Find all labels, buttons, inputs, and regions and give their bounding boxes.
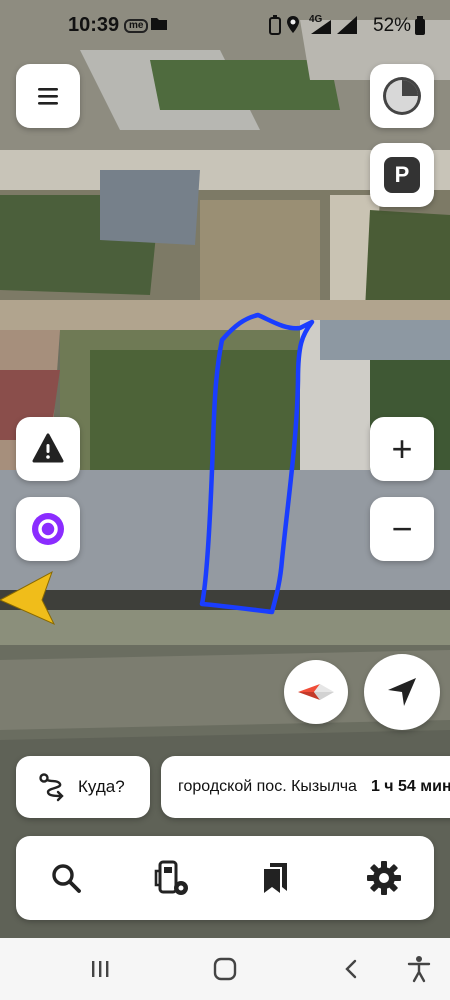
menu-button[interactable] (16, 64, 80, 128)
back-button[interactable] (336, 954, 366, 984)
road-alert-icon (32, 433, 64, 463)
locate-icon (388, 678, 416, 706)
where-to-label: Куда? (78, 777, 125, 796)
my-location-button[interactable] (364, 654, 440, 730)
route-destination: городской пос. Кызылча (178, 778, 357, 795)
battery-percent: 52% (373, 15, 412, 36)
zoom-in-button[interactable]: + (370, 417, 434, 481)
bottom-toolbar (16, 836, 434, 920)
route-suggestion-card[interactable]: городской пос. Кызылча 1 ч 54 мин (161, 756, 450, 818)
parking-label: P (394, 162, 410, 187)
accessibility-button[interactable] (404, 954, 434, 984)
network-signal-icon: 4G (307, 12, 361, 42)
home-icon (213, 957, 237, 981)
battery-saver-icon (268, 15, 282, 41)
network-type: 4G (309, 14, 323, 25)
settings-button[interactable] (362, 856, 406, 900)
search-icon (52, 864, 81, 893)
accessibility-icon (407, 956, 431, 983)
bookmark-icon (264, 863, 287, 893)
fuel-button[interactable] (148, 856, 192, 900)
zoom-out-label: − (391, 508, 413, 549)
parking-icon: P (384, 157, 420, 193)
system-navigation-bar (0, 938, 450, 1000)
route-eta: 1 ч 54 мин (370, 778, 450, 795)
layers-button[interactable] (370, 64, 434, 128)
battery-icon (414, 16, 426, 42)
search-button[interactable] (44, 856, 88, 900)
parking-button[interactable]: P (370, 143, 434, 207)
status-time: 10:39 (68, 14, 120, 36)
compass-icon (298, 684, 334, 700)
notification-badge: me (124, 19, 149, 33)
fuel-icon (154, 860, 188, 895)
zoom-out-button[interactable]: − (370, 497, 434, 561)
layers-icon (383, 77, 421, 115)
alice-assistant-button[interactable] (16, 497, 80, 561)
location-pin-icon (286, 15, 300, 41)
folder-icon (150, 15, 168, 37)
compass-button[interactable] (284, 660, 348, 724)
recent-apps-icon (92, 961, 109, 977)
gear-icon (367, 861, 401, 895)
where-to-button[interactable]: Куда? (16, 756, 150, 818)
status-bar: 10:39 me 4G 52% (0, 0, 450, 46)
alice-icon (32, 513, 64, 545)
route-icon (39, 773, 64, 802)
road-alert-button[interactable] (16, 417, 80, 481)
menu-icon (38, 88, 58, 105)
home-button[interactable] (210, 954, 240, 984)
bookmarks-button[interactable] (254, 856, 298, 900)
recent-apps-button[interactable] (85, 954, 115, 984)
back-icon (345, 959, 357, 979)
zoom-in-label: + (391, 428, 413, 469)
